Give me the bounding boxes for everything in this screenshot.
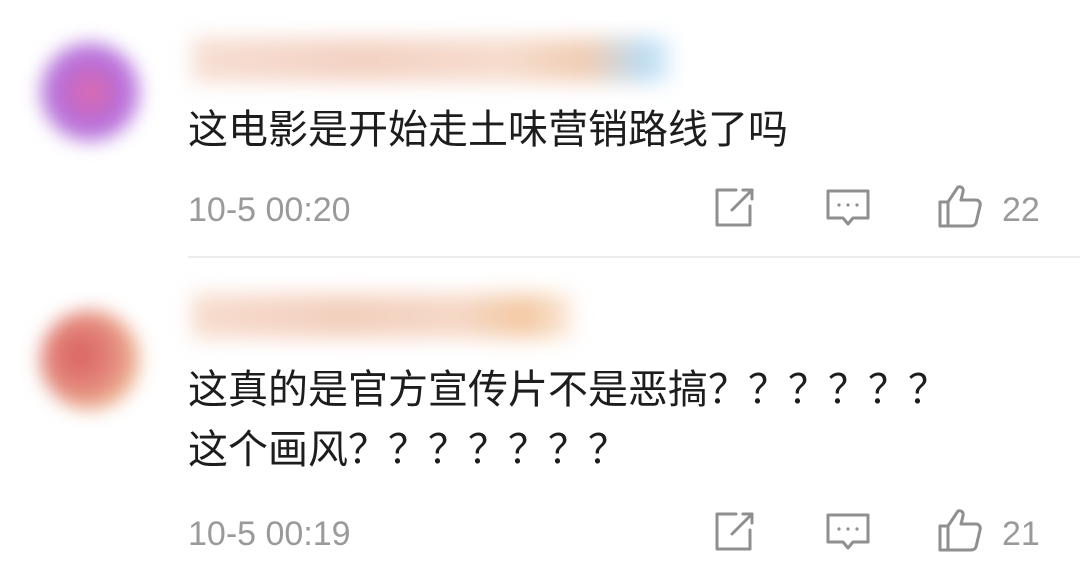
like-count: 22 <box>1002 191 1040 229</box>
comment-2: 这真的是官方宣传片不是恶搞？？？？？？ 这个画风？？？？？？？ 10-5 00:… <box>0 258 1080 577</box>
like-count: 21 <box>1002 515 1040 553</box>
comment-line: 这真的是官方宣传片不是恶搞？？？？？？ <box>188 367 948 413</box>
comment-line: 这电影是开始走土味营销路线了吗 <box>188 107 788 153</box>
thumbs-up-icon[interactable] <box>936 182 984 230</box>
comment-text: 这电影是开始走土味营销路线了吗 <box>188 100 788 160</box>
avatar[interactable] <box>40 310 140 410</box>
comment-text: 这真的是官方宣传片不是恶搞？？？？？？ 这个画风？？？？？？？ <box>188 360 948 480</box>
timestamp: 10-5 00:20 <box>188 191 351 229</box>
username[interactable] <box>192 38 672 82</box>
share-icon[interactable] <box>710 508 758 556</box>
comment-icon[interactable] <box>824 184 872 232</box>
thumbs-up-icon[interactable] <box>936 506 984 554</box>
comment-icon[interactable] <box>824 508 872 556</box>
comment-line: 这个画风？？？？？？？ <box>188 427 628 473</box>
timestamp: 10-5 00:19 <box>188 515 351 553</box>
username[interactable] <box>192 294 572 338</box>
comment-1: 这电影是开始走土味营销路线了吗 10-5 00:20 22 <box>0 0 1080 256</box>
share-icon[interactable] <box>710 184 758 232</box>
avatar[interactable] <box>40 42 140 142</box>
